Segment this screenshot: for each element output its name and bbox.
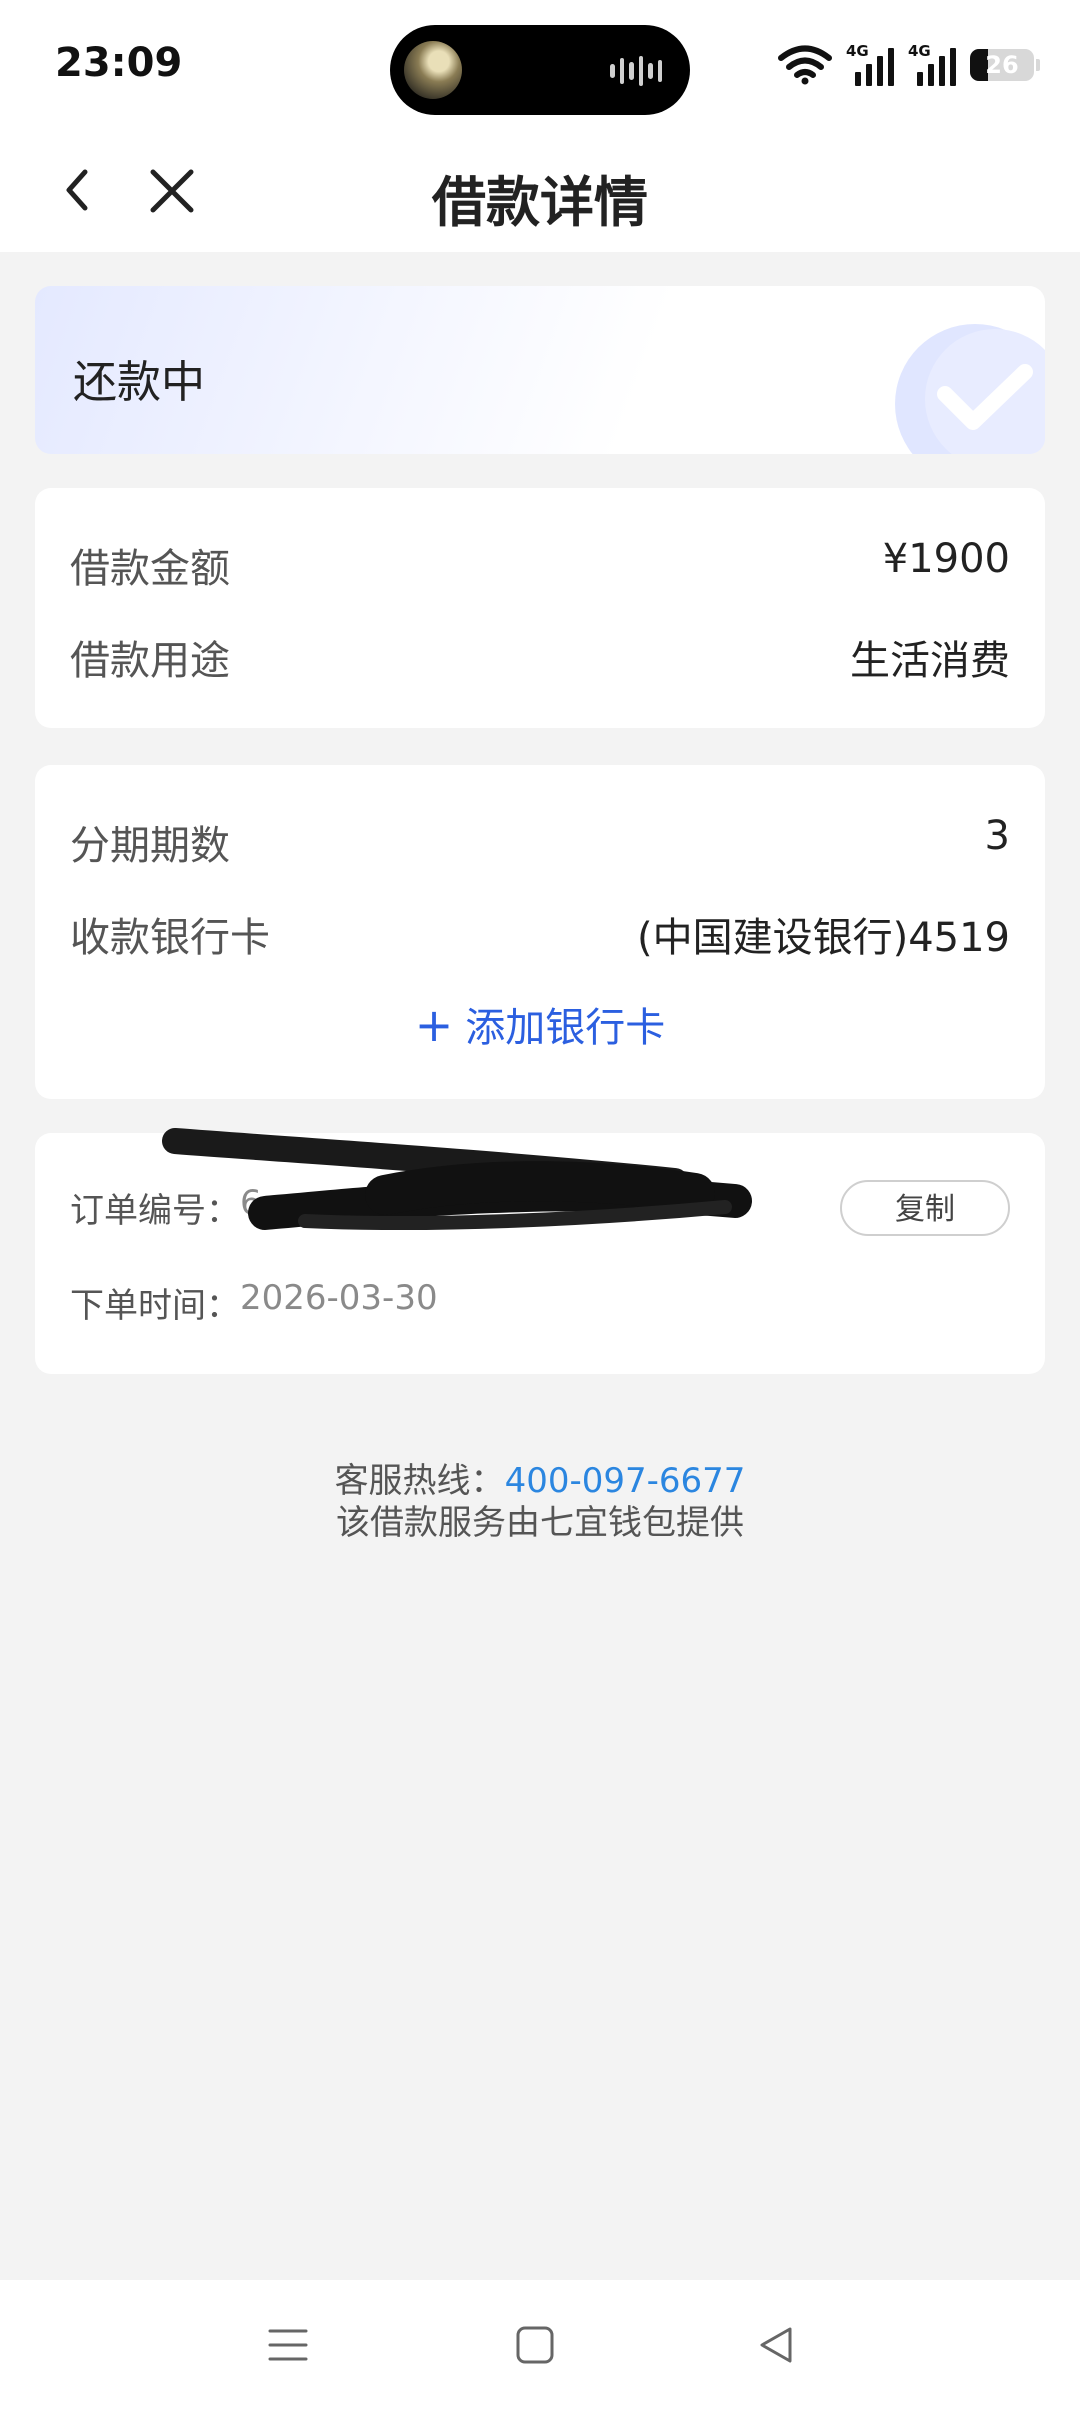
audio-wave-icon — [610, 55, 662, 87]
loan-status-card: 还款中 — [35, 286, 1045, 454]
cellular-signal-icon-2: 4G — [908, 42, 956, 86]
page-title: 借款详情 — [432, 171, 648, 234]
loan-purpose-row: 借款用途 生活消费 — [70, 628, 1010, 688]
copy-order-number-button[interactable]: 复制 — [840, 1180, 1010, 1236]
loan-amount-label: 借款金额 — [70, 546, 230, 592]
dynamic-island[interactable] — [390, 25, 690, 115]
status-bar: 23:09 4G 4G 26 — [0, 0, 1080, 130]
navigation-bar: 借款详情 — [0, 130, 1080, 252]
installment-periods-label: 分期期数 — [70, 823, 230, 869]
bank-card-label: 收款银行卡 — [70, 915, 270, 961]
add-bank-card-label: 添加银行卡 — [465, 1005, 666, 1051]
menu-icon[interactable] — [268, 2325, 308, 2365]
order-info-card: 订单编号： 6 复制 下单时间： 2026-03-30 — [35, 1128, 1045, 1374]
loan-purpose-value: 生活消费 — [850, 638, 1010, 684]
plus-icon: + — [414, 998, 454, 1052]
battery-cap — [1036, 59, 1040, 71]
loan-amount-value: ¥1900 — [882, 536, 1010, 582]
status-time: 23:09 — [55, 40, 183, 86]
battery-icon: 26 — [970, 49, 1034, 81]
check-badge-icon — [895, 324, 1045, 454]
order-time-row: 下单时间： 2026-03-30 — [70, 1278, 1010, 1338]
system-navigation-bar — [0, 2280, 1080, 2412]
footer: 客服热线：400-097-6677 该借款服务由七宜钱包提供 — [0, 1460, 1080, 1544]
installment-periods-row: 分期期数 3 — [70, 813, 1010, 873]
wifi-icon — [778, 45, 832, 85]
system-icons: 4G 4G 26 — [778, 40, 1040, 90]
battery-level: 26 — [985, 51, 1019, 79]
media-artwork-icon — [404, 41, 462, 99]
cellular-signal-icon: 4G — [846, 42, 894, 86]
order-time-label: 下单时间： — [70, 1286, 240, 1326]
home-icon[interactable] — [515, 2325, 555, 2365]
bank-card-value: (中国建设银行)4519 — [636, 915, 1010, 961]
order-time-value: 2026-03-30 — [240, 1278, 438, 1318]
provider-text: 该借款服务由七宜钱包提供 — [336, 1503, 744, 1543]
loan-amount-row: 借款金额 ¥1900 — [70, 536, 1010, 596]
hotline-label: 客服热线： — [334, 1461, 505, 1501]
loan-status-text: 还款中 — [73, 357, 205, 408]
loan-purpose-label: 借款用途 — [70, 638, 230, 684]
hotline-number-link[interactable]: 400-097-6677 — [505, 1461, 746, 1501]
add-bank-card-button[interactable]: + 添加银行卡 — [35, 995, 1045, 1053]
redaction-scribble — [162, 1128, 752, 1231]
installment-periods-value: 3 — [984, 813, 1010, 859]
installment-card: 分期期数 3 收款银行卡 (中国建设银行)4519 + 添加银行卡 — [35, 765, 1045, 1099]
bank-card-row[interactable]: 收款银行卡 (中国建设银行)4519 — [70, 905, 1010, 965]
loan-info-card: 借款金额 ¥1900 借款用途 生活消费 — [35, 488, 1045, 728]
hotline-line: 客服热线：400-097-6677 — [0, 1460, 1080, 1502]
back-triangle-icon[interactable] — [756, 2325, 796, 2365]
